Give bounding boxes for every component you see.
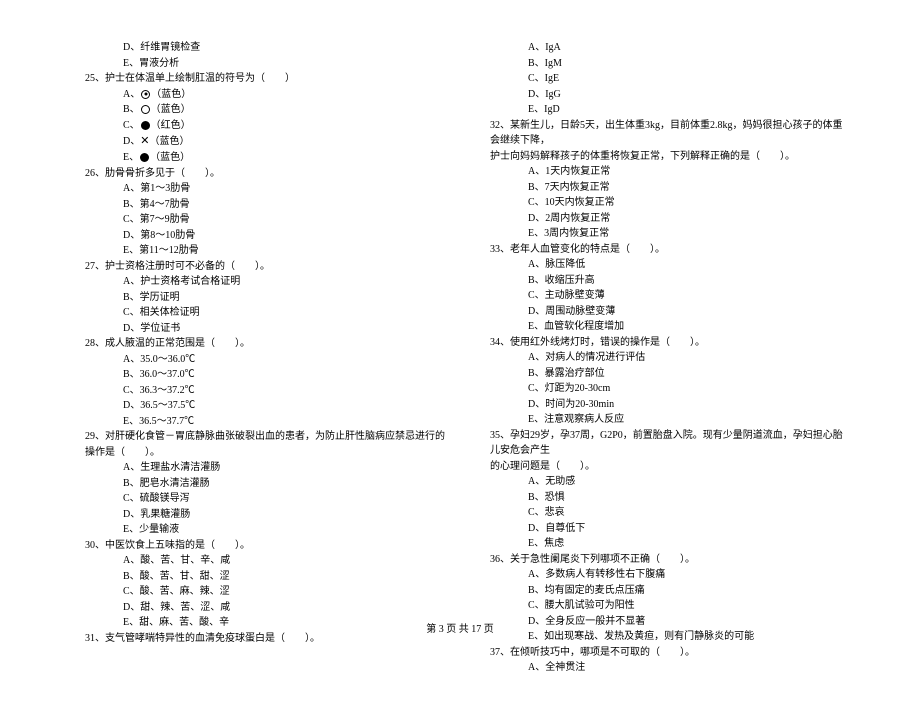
q27-opt: D、学位证书 xyxy=(85,321,445,337)
page-container: D、纤维胃镜检查 E、胃液分析 25、护士在体温单上绘制肛温的符号为（ ） A、… xyxy=(0,0,920,706)
q31-opt: D、IgG xyxy=(490,87,850,103)
circle-dot-icon xyxy=(141,90,150,99)
q29-opt: D、乳果糖灌肠 xyxy=(85,507,445,523)
q26-opt: E、第11～12肋骨 xyxy=(85,243,445,259)
q36-stem: 36、关于急性阑尾炎下列哪项不正确（ ）。 xyxy=(490,552,850,568)
opt-suffix: （蓝色） xyxy=(149,136,189,147)
opt-prefix: A、 xyxy=(123,89,140,100)
q31-opt: C、IgE xyxy=(490,71,850,87)
q30-opt: B、酸、苦、甘、甜、涩 xyxy=(85,569,445,585)
q26-opt: C、第7～9肋骨 xyxy=(85,212,445,228)
q32-stem1: 32、某新生儿，日龄5天，出生体重3kg，目前体重2.8kg，妈妈很担心孩子的体… xyxy=(490,118,850,149)
q35-opt: C、悲哀 xyxy=(490,505,850,521)
right-column: A、IgA B、IgM C、IgE D、IgG E、IgD 32、某新生儿，日龄… xyxy=(475,40,850,676)
q31-opt: E、IgD xyxy=(490,102,850,118)
page-footer: 第 3 页 共 17 页 xyxy=(0,620,920,635)
q34-opt: B、暴露治疗部位 xyxy=(490,366,850,382)
q28-opt: B、36.0～37.0℃ xyxy=(85,367,445,383)
q25-stem: 25、护士在体温单上绘制肛温的符号为（ ） xyxy=(85,71,445,87)
left-column: D、纤维胃镜检查 E、胃液分析 25、护士在体温单上绘制肛温的符号为（ ） A、… xyxy=(85,40,475,676)
q27-stem: 27、护士资格注册时可不必备的（ ）。 xyxy=(85,259,445,275)
q25-opt-a: A、 （蓝色） xyxy=(85,87,445,103)
q30-stem: 30、中医饮食上五味指的是（ ）。 xyxy=(85,538,445,554)
q34-opt: E、注意观察病人反应 xyxy=(490,412,850,428)
q26-stem: 26、肋骨骨折多见于（ ）。 xyxy=(85,166,445,182)
q34-opt: C、灯距为20-30cm xyxy=(490,381,850,397)
option-d: D、纤维胃镜检查 xyxy=(85,40,445,56)
circle-filled-icon xyxy=(141,121,150,130)
q29-opt: A、生理盐水清洁灌肠 xyxy=(85,460,445,476)
q25-opt-e: E、 （蓝色） xyxy=(85,150,445,166)
q37-opt: A、全神贯注 xyxy=(490,660,850,676)
q34-stem: 34、使用红外线烤灯时，错误的操作是（ ）。 xyxy=(490,335,850,351)
q26-opt: B、第4～7肋骨 xyxy=(85,197,445,213)
q35-stem1: 35、孕妇29岁，孕37周，G2P0，前置胎盘入院。现有少量阴道流血，孕妇担心胎… xyxy=(490,428,850,459)
q31-opt: A、IgA xyxy=(490,40,850,56)
circle-filled-icon xyxy=(140,153,149,162)
circle-open-icon xyxy=(141,105,150,114)
q29-stem: 29、对肝硬化食管－胃底静脉曲张破裂出血的患者，为防止肝性脑病应禁忌进行的操作是… xyxy=(85,429,445,460)
opt-suffix: （蓝色） xyxy=(151,104,191,115)
q36-opt: A、多数病人有转移性右下腹痛 xyxy=(490,567,850,583)
q27-opt: B、学历证明 xyxy=(85,290,445,306)
q33-opt: E、血管软化程度增加 xyxy=(490,319,850,335)
q28-opt: A、35.0～36.0℃ xyxy=(85,352,445,368)
q35-opt: A、无助感 xyxy=(490,474,850,490)
q27-opt: A、护士资格考试合格证明 xyxy=(85,274,445,290)
q37-stem: 37、在倾听技巧中，哪项是不可取的（ ）。 xyxy=(490,645,850,661)
q29-opt: E、少量输液 xyxy=(85,522,445,538)
opt-prefix: E、 xyxy=(123,152,139,163)
opt-prefix: D、 xyxy=(123,136,140,147)
q35-opt: B、恐惧 xyxy=(490,490,850,506)
q35-stem2: 的心理问题是（ ）。 xyxy=(490,459,850,475)
q29-opt: B、肥皂水清洁灌肠 xyxy=(85,476,445,492)
q29-opt: C、硫酸镁导泻 xyxy=(85,491,445,507)
opt-suffix: （蓝色） xyxy=(150,152,190,163)
q33-opt: B、收缩压升高 xyxy=(490,273,850,289)
opt-prefix: B、 xyxy=(123,104,140,115)
q28-opt: E、36.5～37.7℃ xyxy=(85,414,445,430)
q28-opt: C、36.3～37.2℃ xyxy=(85,383,445,399)
q35-opt: E、焦虑 xyxy=(490,536,850,552)
q31-opt: B、IgM xyxy=(490,56,850,72)
q25-opt-b: B、 （蓝色） xyxy=(85,102,445,118)
q33-opt: A、脉压降低 xyxy=(490,257,850,273)
q32-opt: D、2周内恢复正常 xyxy=(490,211,850,227)
q32-opt: E、3周内恢复正常 xyxy=(490,226,850,242)
q35-opt: D、自尊低下 xyxy=(490,521,850,537)
q34-opt: A、对病人的情况进行评估 xyxy=(490,350,850,366)
q32-stem2: 护士向妈妈解释孩子的体重将恢复正常，下列解释正确的是（ ）。 xyxy=(490,149,850,165)
q30-opt: D、甜、辣、苦、涩、咸 xyxy=(85,600,445,616)
opt-suffix: （蓝色） xyxy=(151,89,191,100)
q33-stem: 33、老年人血管变化的特点是（ ）。 xyxy=(490,242,850,258)
q25-opt-d: D、✕（蓝色） xyxy=(85,133,445,150)
q36-opt: C、腰大肌试验可为阳性 xyxy=(490,598,850,614)
opt-suffix: （红色） xyxy=(151,120,191,131)
q32-opt: B、7天内恢复正常 xyxy=(490,180,850,196)
q28-stem: 28、成人腋温的正常范围是（ ）。 xyxy=(85,336,445,352)
q36-opt: B、均有固定的麦氏点压痛 xyxy=(490,583,850,599)
q26-opt: D、第8～10肋骨 xyxy=(85,228,445,244)
q32-opt: C、10天内恢复正常 xyxy=(490,195,850,211)
q25-opt-c: C、 （红色） xyxy=(85,118,445,134)
q30-opt: C、酸、苦、麻、辣、涩 xyxy=(85,584,445,600)
q27-opt: C、相关体检证明 xyxy=(85,305,445,321)
q33-opt: C、主动脉壁变薄 xyxy=(490,288,850,304)
q34-opt: D、时间为20-30min xyxy=(490,397,850,413)
opt-prefix: C、 xyxy=(123,120,140,131)
q28-opt: D、36.5～37.5℃ xyxy=(85,398,445,414)
q30-opt: A、酸、苦、甘、辛、咸 xyxy=(85,553,445,569)
option-e: E、胃液分析 xyxy=(85,56,445,72)
q26-opt: A、第1～3肋骨 xyxy=(85,181,445,197)
q33-opt: D、周围动脉壁变薄 xyxy=(490,304,850,320)
q32-opt: A、1天内恢复正常 xyxy=(490,164,850,180)
